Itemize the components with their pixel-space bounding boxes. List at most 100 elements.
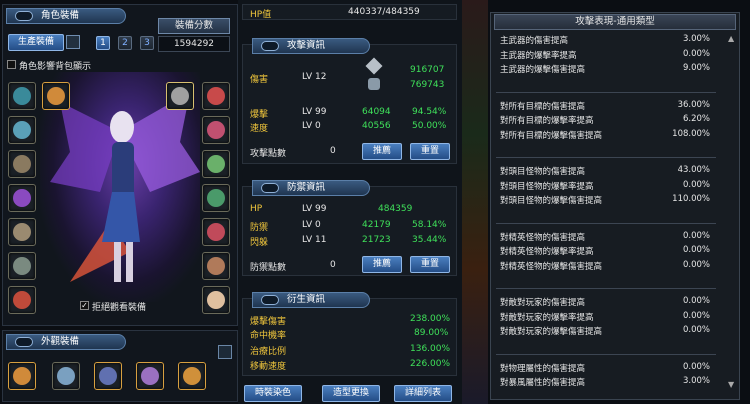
stat-row: 對所有目標的爆擊率提高 6.20% [500, 114, 710, 126]
hp-label: HP值 [250, 10, 272, 20]
attack-performance-title: 攻擊表現-通用類型 [494, 14, 736, 30]
attack-reset-button[interactable]: 重置 [410, 143, 450, 160]
detail-list-button[interactable]: 詳細列表 [394, 385, 452, 402]
defense-recommend-button[interactable]: 推薦 [362, 256, 402, 273]
slot-earring[interactable] [202, 82, 230, 110]
appearance-slot-3[interactable] [94, 362, 122, 390]
stat-row: 對敵對玩家的傷害提高 0.00% [500, 296, 710, 308]
slot-belt[interactable] [8, 218, 36, 246]
right-scrollbar[interactable]: ▲ ▼ [728, 34, 736, 394]
slot-jewel[interactable] [8, 286, 36, 314]
appearance-slot-5[interactable] [178, 362, 206, 390]
costume-dye-button[interactable]: 時裝染色 [244, 385, 302, 402]
stat-value: 0.00% [682, 310, 710, 321]
game-background-strip [462, 0, 488, 404]
score-label: 裝備分數 [158, 18, 230, 34]
derived-label-2: 治療比例 [250, 347, 287, 357]
preset-tab-1[interactable]: 1 [96, 36, 110, 50]
slot-helmet[interactable] [166, 82, 194, 110]
appearance-info-icon[interactable] [218, 345, 232, 359]
damage-value-sub: 769743 [410, 80, 445, 90]
attack-header: 攻擊資訊 [252, 38, 370, 54]
equipment-header: 角色裝備 [6, 8, 126, 24]
stat-row: 對敵對玩家的爆擊率提高 0.00% [500, 311, 710, 323]
slot-charm[interactable] [202, 218, 230, 246]
attack-recommend-button[interactable]: 推薦 [362, 143, 402, 160]
refuse-view-checkbox[interactable]: ✓ [80, 301, 89, 310]
scroll-down-icon[interactable]: ▼ [728, 380, 734, 389]
stat-value: 108.00% [672, 128, 710, 139]
appearance-header: 外觀裝備 [6, 334, 126, 350]
stat-row: 主武器的爆擊傷害提高 9.00% [500, 63, 710, 75]
derived-label-1: 命中機率 [250, 331, 287, 341]
stat-label: 對敵對玩家的爆擊率提高 [500, 312, 594, 323]
derived-value-3: 226.00% [410, 359, 451, 369]
stat-value: 0.00% [682, 230, 710, 241]
appearance-slot-4[interactable] [136, 362, 164, 390]
produce-equipment-button[interactable]: 生產裝備 [8, 34, 64, 51]
slot-necklace[interactable] [202, 116, 230, 144]
stat-label: 主武器的爆擊率提高 [500, 50, 577, 61]
preset-tab-2[interactable]: 2 [118, 36, 132, 50]
stat-value: 110.00% [672, 194, 710, 204]
dodge-percent: 35.44% [412, 235, 447, 245]
stat-label: 主武器的爆擊傷害提高 [500, 65, 586, 75]
slot-gloves[interactable] [8, 150, 36, 178]
derived-header: 衍生資訊 [252, 292, 370, 308]
appearance-slot-1[interactable] [8, 362, 36, 390]
speed-value: 40556 [362, 121, 391, 131]
def-percent: 58.14% [412, 220, 447, 230]
stat-row: 對暴風屬性的傷害提高 3.00% [500, 376, 710, 388]
stat-row: 主武器的傷害提高 3.00% [500, 34, 710, 46]
derived-value-1: 89.00% [414, 328, 449, 338]
slot-ring-left[interactable] [8, 252, 36, 280]
derived-value-2: 136.00% [410, 344, 451, 354]
stat-label: 對暴風屬性的傷害提高 [500, 378, 586, 388]
stat-value: 0.00% [682, 179, 710, 190]
stat-label: 對敵對玩家的傷害提高 [500, 298, 586, 308]
derived-title: 衍生資訊 [287, 294, 326, 305]
def-level: LV 0 [302, 220, 321, 230]
damage-value-main: 916707 [410, 65, 445, 75]
defense-reset-button[interactable]: 重置 [410, 256, 450, 273]
slot-costume[interactable] [202, 286, 230, 314]
def-label: 防禦 [250, 223, 269, 233]
stat-label: 對所有目標的爆擊傷害提高 [500, 130, 603, 141]
dodge-value: 21723 [362, 235, 391, 245]
damage-label: 傷害 [250, 75, 269, 85]
stat-value: 0.00% [682, 48, 710, 59]
equipment-header-icon [15, 11, 33, 21]
dodge-label: 閃躲 [250, 238, 269, 248]
def-hp-label: HP [250, 204, 263, 214]
stat-value: 9.00% [682, 63, 710, 73]
defense-points-label: 防禦點數 [250, 263, 287, 273]
stat-value: 3.00% [682, 34, 710, 44]
derived-label-3: 移動速度 [250, 362, 287, 372]
book-icon [261, 295, 279, 305]
appearance-slot-2[interactable] [52, 362, 80, 390]
slot-armor[interactable] [8, 116, 36, 144]
preset-tab-3-visible[interactable]: 3 [140, 36, 154, 50]
slot-pet[interactable] [202, 252, 230, 280]
stat-label: 對頭目怪物的爆擊率提高 [500, 181, 594, 192]
crit-percent: 94.54% [412, 107, 447, 117]
sword-icon [261, 41, 279, 51]
show-back-checkbox[interactable] [7, 60, 16, 69]
style-change-button[interactable]: 造型更換 [322, 385, 380, 402]
hp-value: 440337/484359 [348, 7, 420, 17]
toggle-icon[interactable] [66, 35, 80, 49]
group-separator [496, 222, 716, 224]
crit-label: 爆擊 [250, 110, 269, 120]
slot-ring-right[interactable] [202, 150, 230, 178]
crit-level: LV 99 [302, 107, 327, 117]
slot-secondary[interactable] [42, 82, 70, 110]
scroll-up-icon[interactable]: ▲ [728, 34, 734, 43]
slot-weapon[interactable] [8, 82, 36, 110]
stat-value: 36.00% [677, 99, 710, 110]
def-hp-level: LV 99 [302, 204, 327, 214]
slot-bracelet[interactable] [202, 184, 230, 212]
stat-label: 對頭目怪物的傷害提高 [500, 167, 586, 177]
stat-label: 對精英怪物的傷害提高 [500, 232, 586, 243]
attack-title: 攻擊資訊 [287, 40, 326, 51]
slot-boots[interactable] [8, 184, 36, 212]
